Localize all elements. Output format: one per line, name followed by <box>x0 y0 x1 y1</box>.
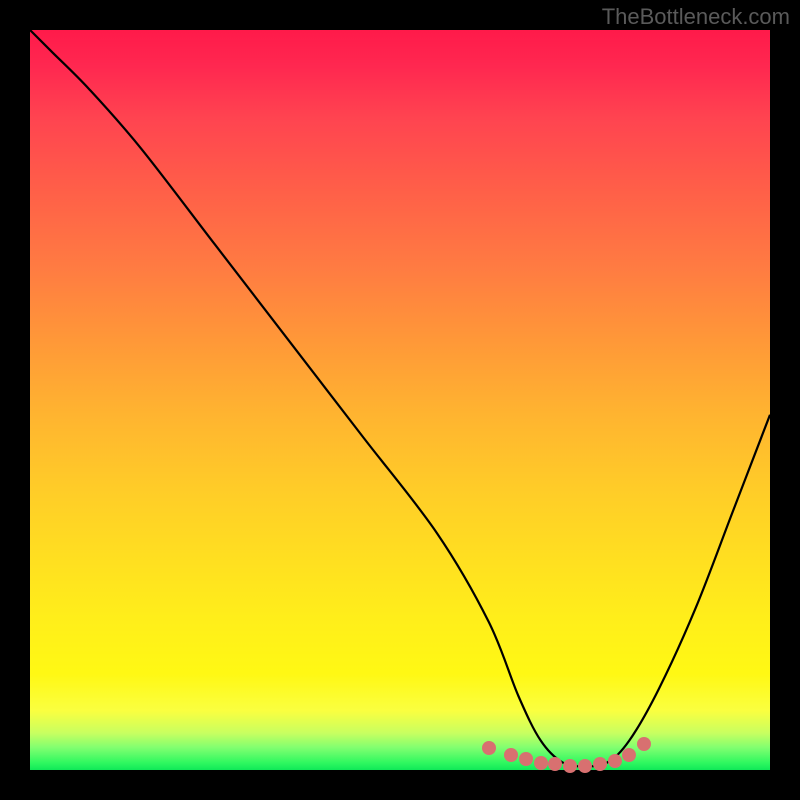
chart-marker-layer <box>30 30 770 770</box>
chart-marker <box>563 759 577 773</box>
chart-marker <box>578 759 592 773</box>
chart-marker <box>608 754 622 768</box>
chart-marker <box>519 752 533 766</box>
chart-marker <box>504 748 518 762</box>
chart-marker <box>548 757 562 771</box>
chart-marker <box>482 741 496 755</box>
chart-marker <box>637 737 651 751</box>
chart-marker <box>593 757 607 771</box>
chart-marker <box>622 748 636 762</box>
chart-plot-area <box>30 30 770 770</box>
watermark-text: TheBottleneck.com <box>602 4 790 30</box>
chart-marker <box>534 756 548 770</box>
